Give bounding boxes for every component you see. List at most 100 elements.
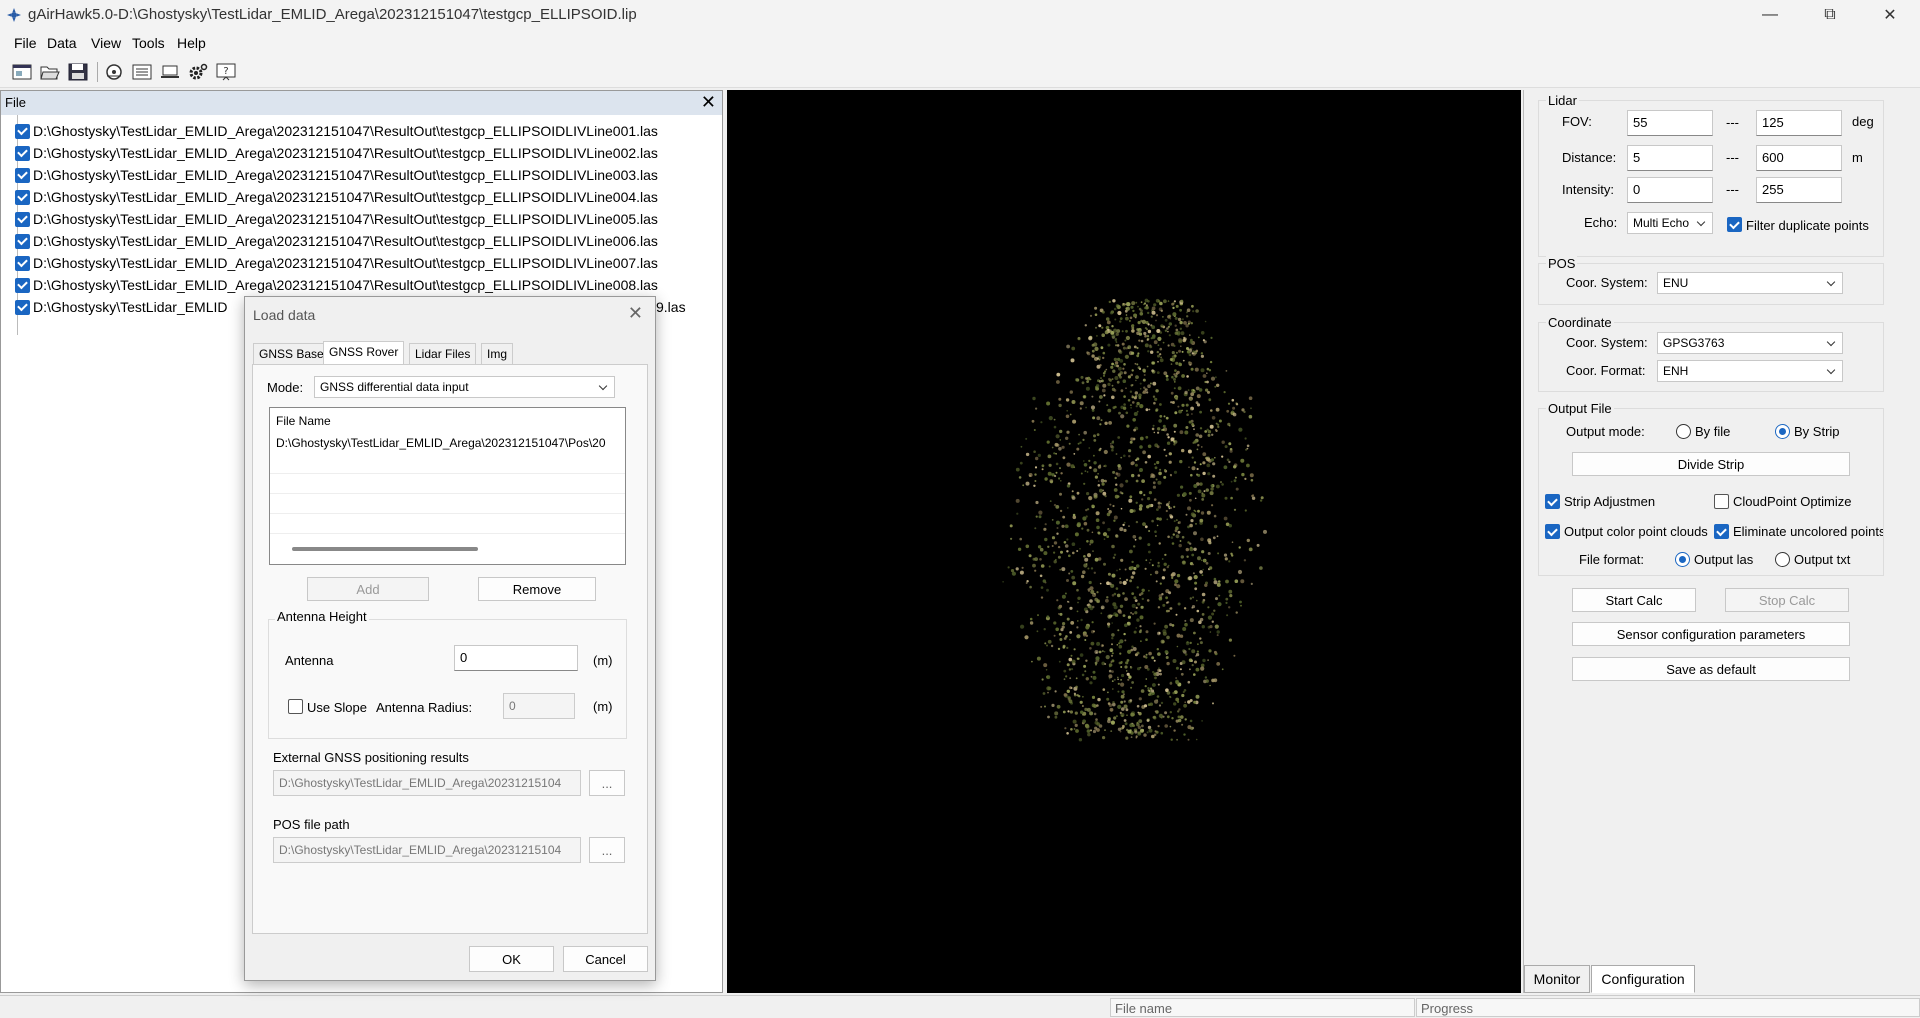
file-tree-item[interactable]: D:\Ghostysky\TestLidar_EMLID_Arega\20231… bbox=[15, 230, 658, 252]
intensity-min-input[interactable]: 0 bbox=[1627, 177, 1713, 203]
use-slope-checkbox[interactable] bbox=[288, 699, 303, 714]
file-path: D:\Ghostysky\TestLidar_EMLID_Arega\20231… bbox=[33, 211, 658, 227]
cloud-optimize-checkbox[interactable] bbox=[1714, 494, 1729, 509]
file-panel-close-icon[interactable]: ✕ bbox=[701, 92, 716, 113]
menu-tools[interactable]: Tools bbox=[132, 35, 165, 51]
file-path: D:\Ghostysky\TestLidar_EMLID_Arega\20231… bbox=[33, 123, 658, 139]
file-checkbox[interactable] bbox=[15, 277, 30, 293]
horizontal-scrollbar[interactable] bbox=[292, 547, 478, 551]
file-name-list[interactable]: File Name D:\Ghostysky\TestLidar_EMLID_A… bbox=[269, 407, 626, 565]
output-las-radio[interactable] bbox=[1675, 552, 1690, 567]
file-checkbox[interactable] bbox=[15, 189, 30, 205]
fov-max-input[interactable]: 125 bbox=[1756, 110, 1842, 136]
close-window-button[interactable]: ✕ bbox=[1860, 0, 1920, 30]
file-checkbox[interactable] bbox=[15, 123, 30, 139]
settings-button[interactable] bbox=[187, 61, 209, 83]
cancel-button[interactable]: Cancel bbox=[563, 946, 648, 972]
file-tree-item[interactable]: D:\Ghostysky\TestLidar_EMLID_Arega\20231… bbox=[15, 274, 658, 296]
menu-help[interactable]: Help bbox=[177, 35, 206, 51]
file-path-tail: 9.las bbox=[656, 299, 686, 315]
ok-button[interactable]: OK bbox=[469, 946, 554, 972]
remove-button[interactable]: Remove bbox=[478, 577, 596, 601]
open-button[interactable] bbox=[39, 61, 61, 83]
file-tree-item[interactable]: D:\Ghostysky\TestLidar_EMLID bbox=[15, 296, 228, 318]
mode-select[interactable]: GNSS differential data input bbox=[314, 376, 615, 398]
tab-monitor[interactable]: Monitor bbox=[1524, 965, 1590, 993]
file-checkbox[interactable] bbox=[15, 211, 30, 227]
tab-lidar-files[interactable]: Lidar Files bbox=[409, 343, 477, 365]
distance-unit: m bbox=[1852, 150, 1863, 165]
file-tree-item[interactable]: D:\Ghostysky\TestLidar_EMLID_Arega\20231… bbox=[15, 120, 658, 142]
antenna-input[interactable]: 0 bbox=[454, 645, 578, 671]
color-clouds-checkbox[interactable] bbox=[1545, 524, 1560, 539]
divide-strip-button[interactable]: Divide Strip bbox=[1572, 452, 1850, 476]
pos-coor-system-value: ENU bbox=[1663, 276, 1689, 290]
file-tree-item[interactable]: D:\Ghostysky\TestLidar_EMLID_Arega\20231… bbox=[15, 252, 658, 274]
fov-min-input[interactable]: 55 bbox=[1627, 110, 1713, 136]
pos-path-field[interactable]: D:\Ghostysky\TestLidar_EMLID_Arega\20231… bbox=[273, 837, 581, 863]
tab-gnss-base[interactable]: GNSS Base bbox=[253, 343, 330, 365]
by-strip-radio[interactable] bbox=[1775, 424, 1790, 439]
file-tree-item[interactable]: D:\Ghostysky\TestLidar_EMLID_Arega\20231… bbox=[15, 208, 658, 230]
start-calc-button[interactable]: Start Calc bbox=[1572, 588, 1696, 612]
output-mode-label: Output mode: bbox=[1566, 424, 1645, 439]
file-checkbox[interactable] bbox=[15, 145, 30, 161]
new-project-icon bbox=[12, 64, 32, 80]
pos-path-browse-button[interactable]: ... bbox=[589, 837, 625, 863]
list-row-divider bbox=[270, 474, 625, 494]
file-checkbox[interactable] bbox=[15, 255, 30, 271]
distance-min-input[interactable]: 5 bbox=[1627, 145, 1713, 171]
filter-duplicate-checkbox[interactable] bbox=[1727, 217, 1742, 232]
strip-adjust-checkbox[interactable] bbox=[1545, 494, 1560, 509]
help-button[interactable]: ? bbox=[215, 61, 237, 83]
ext-gnss-path-field[interactable]: D:\Ghostysky\TestLidar_EMLID_Arega\20231… bbox=[273, 770, 581, 796]
list-row[interactable]: D:\Ghostysky\TestLidar_EMLID_Arega\20231… bbox=[276, 436, 621, 450]
minimize-button[interactable]: — bbox=[1740, 0, 1800, 30]
app-logo-icon bbox=[7, 8, 21, 22]
point-cloud-viewport[interactable] bbox=[727, 90, 1521, 993]
new-project-button[interactable] bbox=[11, 61, 33, 83]
menu-data[interactable]: Data bbox=[47, 35, 77, 51]
output-txt-radio[interactable] bbox=[1775, 552, 1790, 567]
status-file-name: File name bbox=[1110, 998, 1415, 1017]
menu-view[interactable]: View bbox=[91, 35, 121, 51]
distance-max-input[interactable]: 600 bbox=[1756, 145, 1842, 171]
laptop-button[interactable] bbox=[159, 61, 181, 83]
restore-button[interactable]: ⧉ bbox=[1800, 0, 1860, 30]
file-tree-item[interactable]: D:\Ghostysky\TestLidar_EMLID_Arega\20231… bbox=[15, 186, 658, 208]
dialog-close-icon[interactable]: ✕ bbox=[628, 303, 643, 324]
file-checkbox[interactable] bbox=[15, 299, 30, 315]
coor-format-select[interactable]: ENH bbox=[1657, 360, 1843, 382]
file-tree-item[interactable]: D:\Ghostysky\TestLidar_EMLID_Arega\20231… bbox=[15, 142, 658, 164]
eliminate-uncolored-checkbox[interactable] bbox=[1714, 524, 1729, 539]
pos-coor-system-select[interactable]: ENU bbox=[1657, 272, 1843, 294]
ext-gnss-browse-button[interactable]: ... bbox=[589, 770, 625, 796]
mode-label: Mode: bbox=[267, 380, 304, 395]
tab-gnss-rover[interactable]: GNSS Rover bbox=[323, 341, 405, 365]
save-button[interactable] bbox=[67, 61, 89, 83]
file-path: D:\Ghostysky\TestLidar_EMLID_Arega\20231… bbox=[33, 277, 658, 293]
save-default-button[interactable]: Save as default bbox=[1572, 657, 1850, 681]
stop-calc-button[interactable]: Stop Calc bbox=[1725, 588, 1849, 612]
ext-gnss-label: External GNSS positioning results bbox=[273, 750, 469, 765]
sensor-config-button[interactable]: Sensor configuration parameters bbox=[1572, 622, 1850, 646]
coor-system-select[interactable]: GPSG3763 bbox=[1657, 332, 1843, 354]
menu-file[interactable]: File bbox=[14, 35, 37, 51]
file-checkbox[interactable] bbox=[15, 233, 30, 249]
by-file-radio[interactable] bbox=[1676, 424, 1691, 439]
list-button[interactable] bbox=[131, 61, 153, 83]
range-separator: --- bbox=[1726, 150, 1739, 165]
intensity-max-input[interactable]: 255 bbox=[1756, 177, 1842, 203]
antenna-radius-input[interactable]: 0 bbox=[503, 693, 575, 719]
load-data-button[interactable] bbox=[103, 61, 125, 83]
echo-select[interactable]: Multi Echo bbox=[1627, 212, 1713, 234]
pos-coor-system-label: Coor. System: bbox=[1566, 275, 1648, 290]
mode-select-value: GNSS differential data input bbox=[320, 380, 469, 394]
tab-img[interactable]: Img bbox=[481, 343, 514, 365]
coor-system-value: GPSG3763 bbox=[1663, 336, 1725, 350]
add-button[interactable]: Add bbox=[307, 577, 429, 601]
file-checkbox[interactable] bbox=[15, 167, 30, 183]
file-tree-item[interactable]: D:\Ghostysky\TestLidar_EMLID_Arega\20231… bbox=[15, 164, 658, 186]
strip-adjust-label: Strip Adjustmen bbox=[1564, 494, 1656, 509]
tab-configuration[interactable]: Configuration bbox=[1591, 965, 1695, 993]
